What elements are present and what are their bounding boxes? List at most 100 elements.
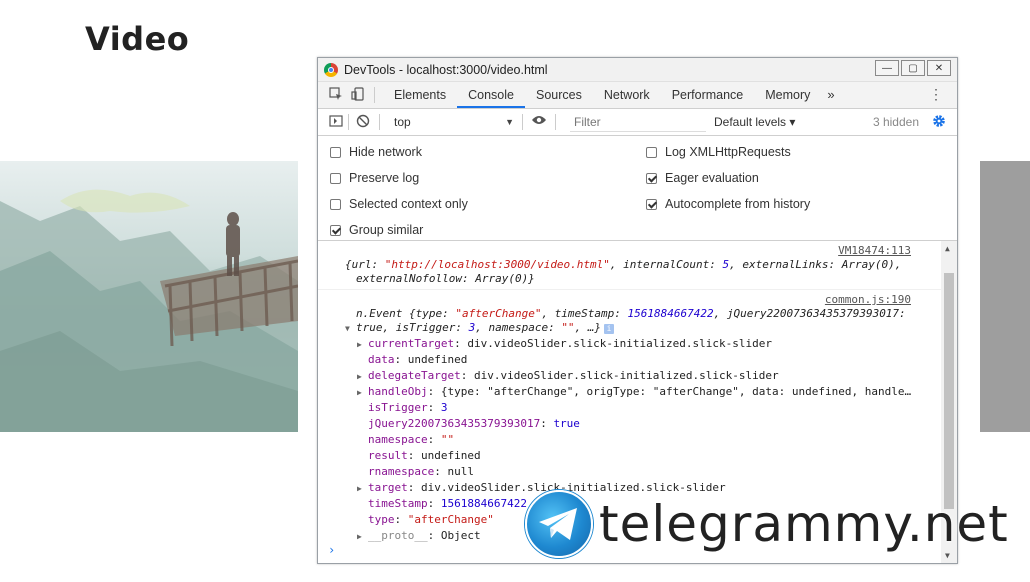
property-key: isTrigger xyxy=(368,401,428,414)
object-property-row[interactable]: ▶ currentTarget: div.videoSlider.slick-in… xyxy=(357,337,772,350)
selected-context-option[interactable]: Selected context only xyxy=(330,197,468,211)
clear-console-icon[interactable] xyxy=(355,114,371,130)
hide-network-checkbox[interactable] xyxy=(330,146,341,158)
property-value: 3 xyxy=(440,401,448,414)
device-toggle-icon[interactable] xyxy=(350,87,366,103)
group-similar-option[interactable]: Group similar xyxy=(330,223,423,237)
tab-memory[interactable]: Memory xyxy=(754,82,821,108)
property-key: delegateTarget xyxy=(368,369,461,382)
selected-context-checkbox[interactable] xyxy=(330,198,341,210)
message-source-link[interactable]: common.js:190 xyxy=(825,293,911,306)
object-property-row[interactable]: ▶ delegateTarget: div.videoSlider.slick-i… xyxy=(357,369,779,382)
close-button[interactable]: ✕ xyxy=(927,60,951,76)
log-xhr-option[interactable]: Log XMLHttpRequests xyxy=(646,145,791,159)
property-value: undefined xyxy=(407,353,468,366)
tab-sources[interactable]: Sources xyxy=(525,82,593,108)
context-select[interactable]: top ▼ xyxy=(394,113,514,131)
settings-gear-icon[interactable] xyxy=(932,114,946,128)
eager-evaluation-option[interactable]: Eager evaluation xyxy=(646,171,759,185)
property-value: {type: "afterChange", origType: "afterCh… xyxy=(440,385,912,398)
inspect-icon[interactable] xyxy=(328,87,344,103)
property-value: undefined xyxy=(421,449,481,462)
expand-triangle-icon[interactable]: ▶ xyxy=(357,340,368,349)
next-slide-panel[interactable] xyxy=(980,161,1030,432)
tab-network[interactable]: Network xyxy=(593,82,661,108)
property-key: handleObj xyxy=(368,385,428,398)
property-value: true xyxy=(553,417,580,430)
minimize-button[interactable]: — xyxy=(875,60,899,76)
property-value: div.videoSlider.slick-initialized.slick-… xyxy=(467,337,772,350)
property-key: jQuery22007363435379393017 xyxy=(368,417,541,430)
log-xhr-checkbox[interactable] xyxy=(646,146,657,158)
object-property-row: timeStamp: 1561884667422 xyxy=(368,497,527,510)
eager-evaluation-label: Eager evaluation xyxy=(665,171,759,185)
watermark: telegrammy.net xyxy=(525,490,1009,558)
expand-triangle-icon[interactable]: ▶ xyxy=(357,372,368,381)
property-value: null xyxy=(447,465,474,478)
property-value: "" xyxy=(440,433,455,446)
object-property-row: type: "afterChange" xyxy=(368,513,494,526)
console-settings-panel: Hide network Preserve log Selected conte… xyxy=(318,136,957,241)
property-key: type xyxy=(368,513,395,526)
message-line[interactable]: n.Event {type: "afterChange", timeStamp:… xyxy=(356,307,906,320)
property-key: rnamespace xyxy=(368,465,435,478)
more-tabs-button[interactable]: » xyxy=(821,82,840,108)
live-expression-icon[interactable] xyxy=(531,114,547,130)
expand-triangle-icon[interactable]: ▶ xyxy=(357,388,368,397)
scroll-up-icon[interactable]: ▲ xyxy=(945,244,950,253)
tab-console[interactable]: Console xyxy=(457,82,525,108)
object-property-row: rnamespace: null xyxy=(368,465,474,478)
object-property-row: namespace: "" xyxy=(368,433,455,446)
property-key: currentTarget xyxy=(368,337,455,350)
console-filterbar: top ▼ Default levels ▾ 3 hidden xyxy=(318,109,957,136)
tab-performance[interactable]: Performance xyxy=(661,82,755,108)
console-message: VM18474:113 ▶{url: "http://localhost:300… xyxy=(318,241,941,289)
devtools-tabbar: Elements Console Sources Network Perform… xyxy=(318,82,957,109)
console-prompt[interactable]: › xyxy=(328,543,335,557)
eager-evaluation-checkbox[interactable] xyxy=(646,172,657,184)
object-property-row[interactable]: ▶ handleObj: {type: "afterChange", origTy… xyxy=(357,385,911,398)
info-icon[interactable]: i xyxy=(604,324,615,334)
autocomplete-history-option[interactable]: Autocomplete from history xyxy=(646,197,810,211)
property-value: 1561884667422 xyxy=(440,497,527,510)
property-key: timeStamp xyxy=(368,497,428,510)
tab-elements[interactable]: Elements xyxy=(383,82,457,108)
collapse-triangle-icon[interactable]: ▼ xyxy=(345,324,356,333)
object-property-row[interactable]: ▶ __proto__: Object xyxy=(357,529,481,542)
message-line[interactable]: ▼ true, isTrigger: 3, namespace: "", …} i xyxy=(345,321,615,334)
devtools-window: DevTools - localhost:3000/video.html — ▢… xyxy=(317,57,958,564)
message-text: {url: "http://localhost:3000/video.html"… xyxy=(345,258,902,271)
scrollbar-thumb[interactable] xyxy=(944,273,954,509)
object-property-row: data: undefined xyxy=(368,353,468,366)
expand-triangle-icon[interactable]: ▶ xyxy=(357,532,368,541)
message-text: true, isTrigger: 3, namespace: "", …} xyxy=(356,321,602,334)
log-levels-dropdown[interactable]: Default levels ▾ xyxy=(714,115,795,129)
watermark-text: telegrammy.net xyxy=(599,495,1009,553)
property-key: target xyxy=(368,481,408,494)
message-source-link[interactable]: VM18474:113 xyxy=(838,244,911,257)
group-similar-checkbox[interactable] xyxy=(330,224,341,236)
message-line: externalNofollow: Array(0)} xyxy=(356,272,535,285)
window-title: DevTools - localhost:3000/video.html xyxy=(344,62,548,77)
preserve-log-checkbox[interactable] xyxy=(330,172,341,184)
property-key: data xyxy=(368,353,395,366)
object-property-row: result: undefined xyxy=(368,449,481,462)
devtools-titlebar[interactable]: DevTools - localhost:3000/video.html — ▢… xyxy=(318,58,957,82)
console-sidebar-icon[interactable] xyxy=(328,114,344,130)
selected-context-label: Selected context only xyxy=(349,197,468,211)
group-similar-label: Group similar xyxy=(349,223,424,237)
preserve-log-option[interactable]: Preserve log xyxy=(330,171,419,185)
expand-triangle-icon[interactable]: ▶ xyxy=(357,484,368,493)
filter-input[interactable] xyxy=(570,112,706,132)
property-key: result xyxy=(368,449,408,462)
autocomplete-history-checkbox[interactable] xyxy=(646,198,657,210)
hidden-count: 3 hidden xyxy=(872,115,919,129)
hide-network-option[interactable]: Hide network xyxy=(330,145,422,159)
property-key: __proto__ xyxy=(368,529,428,542)
log-xhr-label: Log XMLHttpRequests xyxy=(665,145,791,159)
message-line[interactable]: ▶{url: "http://localhost:3000/video.html… xyxy=(345,258,901,271)
object-property-row: isTrigger: 3 xyxy=(368,401,448,414)
restore-button[interactable]: ▢ xyxy=(901,60,925,76)
preserve-log-label: Preserve log xyxy=(349,171,420,185)
more-options-icon[interactable]: ⋮ xyxy=(929,87,943,101)
